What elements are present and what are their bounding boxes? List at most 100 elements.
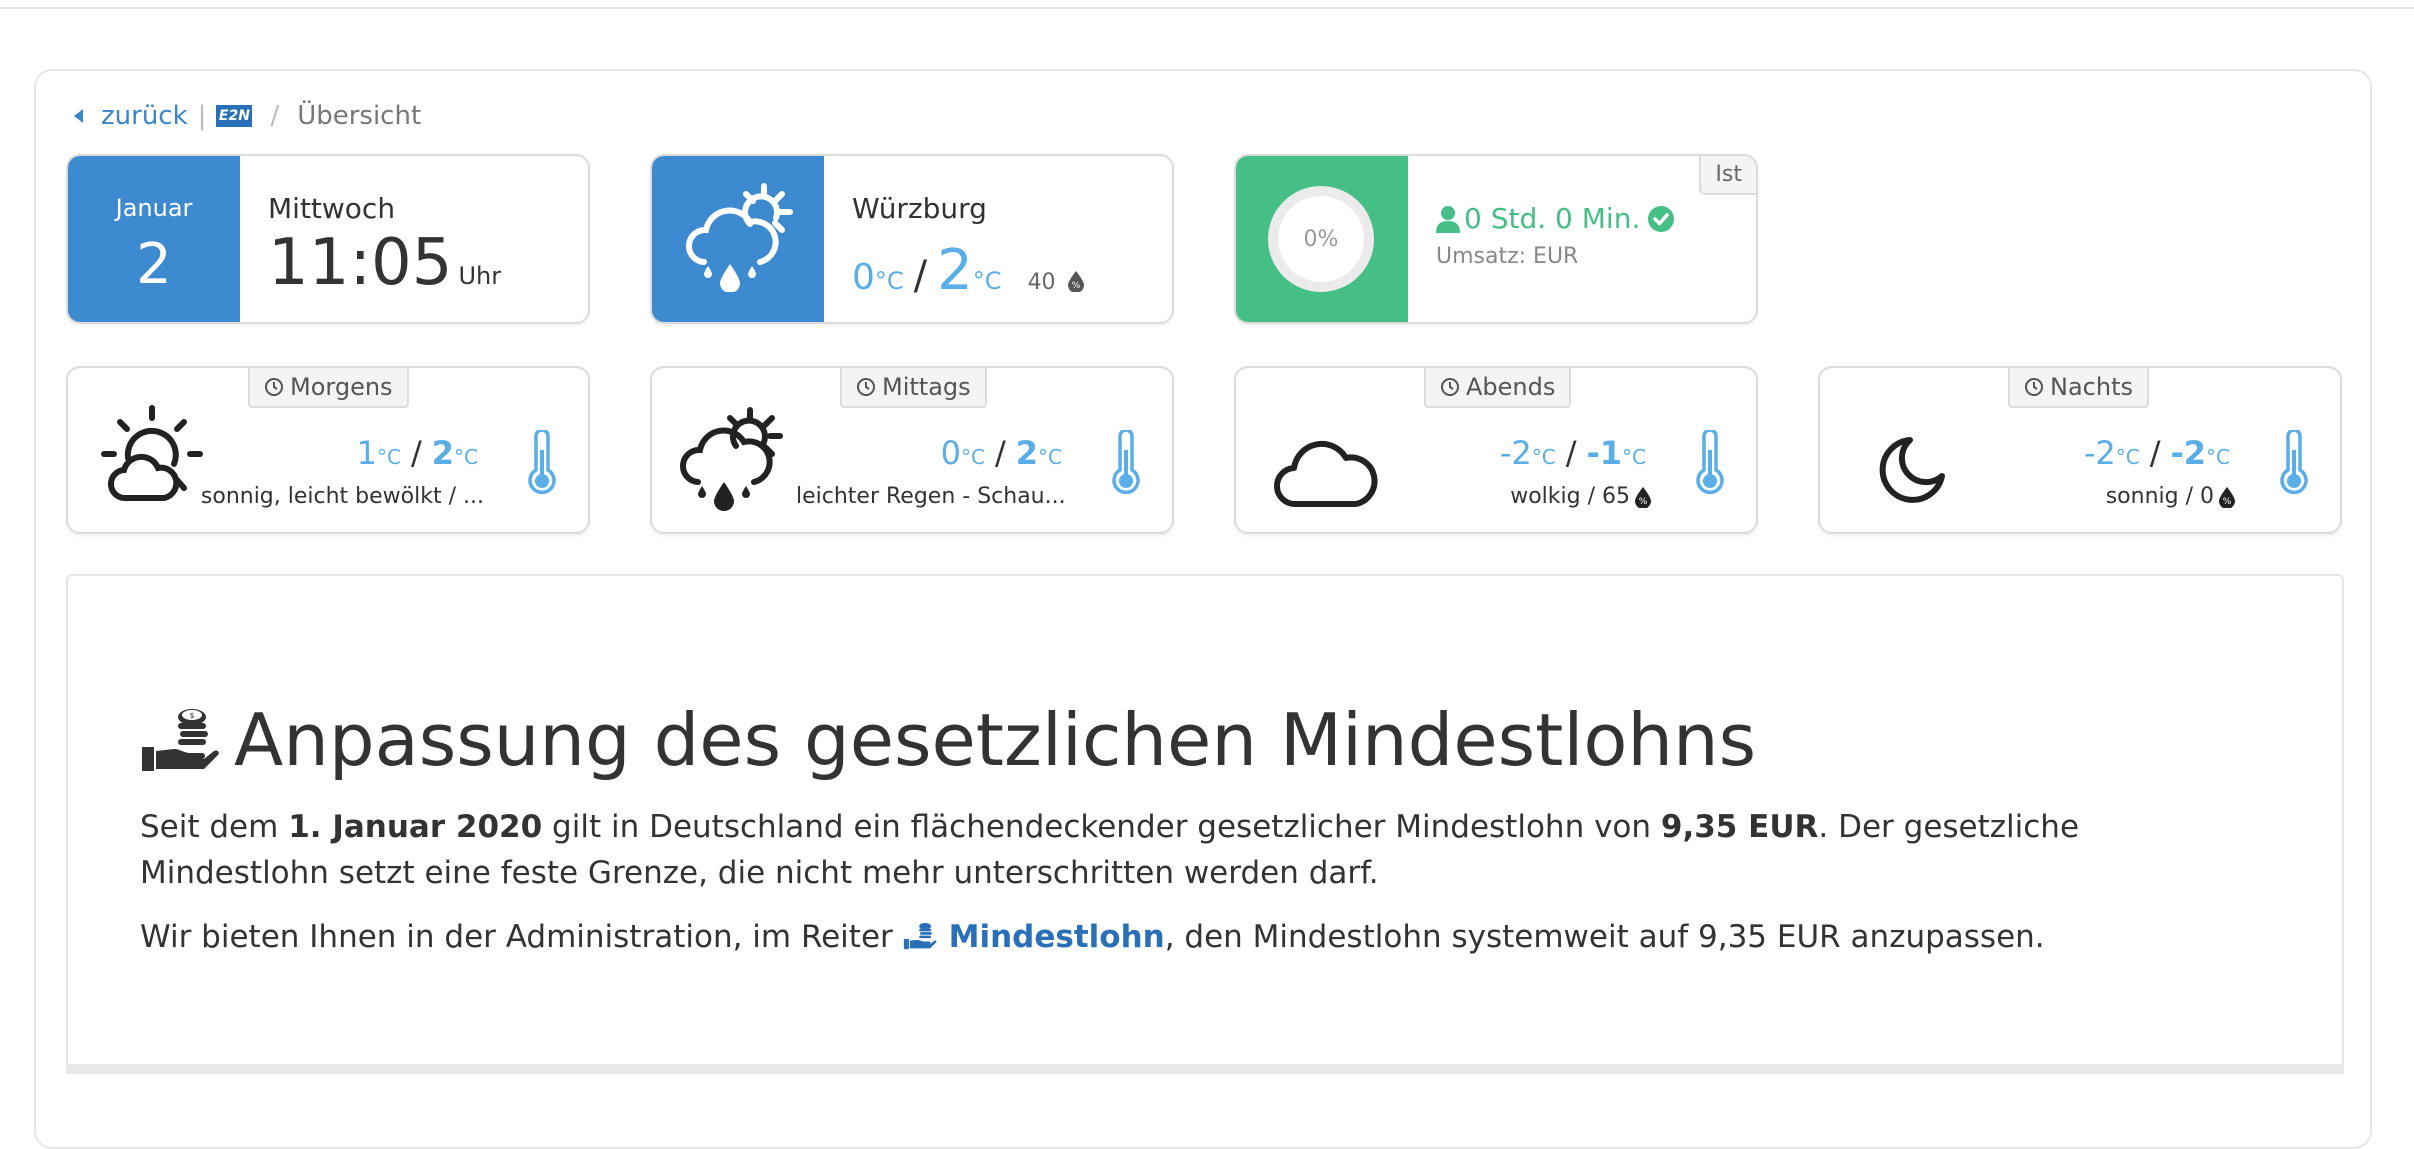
forecast-low: -2 xyxy=(1499,434,1532,472)
humidity-drop-icon: % xyxy=(1635,486,1651,508)
period-tag: Nachts xyxy=(2008,368,2149,408)
period-tag: Mittags xyxy=(840,368,987,408)
breadcrumb-separator: / xyxy=(270,101,280,131)
weather-icon-panel xyxy=(652,156,824,322)
current-temperature: 0 °C / 2 °C 40 % xyxy=(852,238,1085,303)
period-label: Nachts xyxy=(2050,373,2133,401)
forecast-low-unit: °C xyxy=(961,445,985,469)
forecast-high: 2 xyxy=(431,434,455,472)
progress-panel: 0% xyxy=(1236,156,1408,322)
back-label: zurück xyxy=(101,101,188,131)
ist-tag: Ist xyxy=(1699,156,1756,195)
moon-icon xyxy=(1879,437,1945,503)
weekday: Mittwoch xyxy=(268,192,396,225)
thermometer-icon xyxy=(528,430,556,495)
svg-text:%: % xyxy=(2223,497,2232,507)
clock-icon xyxy=(2025,378,2043,396)
period-label: Mittags xyxy=(882,373,971,401)
forecast-high: -2 xyxy=(2170,434,2207,472)
weather-card: Würzburg 0 °C / 2 °C 40 % xyxy=(650,154,1174,324)
temp-separator: / xyxy=(1565,434,1577,472)
hand-coins-icon xyxy=(903,922,937,950)
cloud-icon xyxy=(1273,440,1378,508)
clock-suffix: Uhr xyxy=(458,262,502,290)
check-circle-icon xyxy=(1648,205,1675,232)
forecast-low-unit: °C xyxy=(377,445,401,469)
top-divider xyxy=(0,0,2414,9)
city-name: Würzburg xyxy=(852,192,987,225)
forecast-high: 2 xyxy=(1015,434,1039,472)
humidity: 40 % xyxy=(1028,270,1085,295)
date-day: 2 xyxy=(136,232,172,297)
temp-separator: / xyxy=(2149,434,2161,472)
p1-amount: 9,35 EUR xyxy=(1660,809,1819,845)
temp-low-unit: °C xyxy=(874,267,904,295)
date-card: Januar 2 Mittwoch 11:05 Uhr xyxy=(66,154,590,324)
forecast-card-nachts: Nachts -2 °C / -2 °C sonnig / 0 % xyxy=(1818,366,2342,534)
cloud-sun-rain-icon xyxy=(680,407,783,511)
forecast-high-unit: °C xyxy=(2206,445,2230,469)
p2-pre: Wir bieten Ihnen in der Administration, … xyxy=(140,919,903,955)
clock-time: 11:05 xyxy=(268,226,453,300)
p1-date: 1. Januar 2020 xyxy=(288,809,543,845)
clock-icon xyxy=(265,378,283,396)
p2-post: , den Mindestlohn systemweit auf 9,35 EU… xyxy=(1164,919,2045,955)
humidity-drop-icon: % xyxy=(2219,486,2235,508)
forecast-card-abends: Abends -2 °C / -1 °C wolkig / 65 % xyxy=(1234,366,1758,534)
forecast-card-morgens: Morgens 1 °C / 2 °C sonnig, leicht bewölkt… xyxy=(66,366,590,534)
temp-separator: / xyxy=(410,434,422,472)
forecast-low: 0 xyxy=(940,434,962,472)
clock-icon xyxy=(1441,378,1459,396)
hours-worked: 0 Std. 0 Min. xyxy=(1436,202,1675,235)
work-time-card: 0% 0 Std. 0 Min. Umsatz: EUR Ist xyxy=(1234,154,1758,324)
forecast-description: wolkig / 65 % xyxy=(1510,484,1652,509)
date-month: Januar xyxy=(115,194,193,222)
temp-separator: / xyxy=(994,434,1006,472)
forecast-temps: -2 °C / -1 °C xyxy=(1500,434,1646,472)
caret-left-icon xyxy=(74,109,83,123)
user-icon xyxy=(1436,205,1460,233)
clock: 11:05 Uhr xyxy=(268,226,501,300)
humidity-drop-icon: % xyxy=(1067,271,1084,293)
forecast-high: -1 xyxy=(1586,434,1623,472)
forecast-description-text: sonnig / 0 xyxy=(2105,484,2214,509)
period-tag: Morgens xyxy=(248,368,409,408)
svg-text:$: $ xyxy=(189,711,194,720)
svg-text:%: % xyxy=(1071,281,1080,291)
forecast-temps: 0 °C / 2 °C xyxy=(941,434,1062,472)
forecast-low: 1 xyxy=(356,434,378,472)
forecast-high-unit: °C xyxy=(454,445,478,469)
period-tag: Abends xyxy=(1424,368,1572,408)
temp-separator: / xyxy=(913,253,928,299)
thermometer-icon xyxy=(1696,430,1724,495)
progress-ring: 0% xyxy=(1268,186,1374,292)
hand-coins-icon: $ xyxy=(142,709,219,771)
breadcrumb-pipe: | xyxy=(197,101,207,131)
mindestlohn-link[interactable]: Mindestlohn xyxy=(949,919,1165,955)
back-link[interactable]: zurück xyxy=(74,101,188,131)
forecast-description: sonnig / 0 % xyxy=(2106,484,2236,509)
sun-cloud-icon xyxy=(101,405,203,502)
info-panel-footer xyxy=(66,1064,2344,1074)
forecast-temps: 1 °C / 2 °C xyxy=(357,434,478,472)
breadcrumb: zurück | E2N / Übersicht xyxy=(74,98,421,134)
temp-high: 2 xyxy=(937,238,973,303)
info-title-text: Anpassung des gesetzlichen Mindestlohns xyxy=(234,698,1757,782)
info-paragraph-2: Wir bieten Ihnen in der Administration, … xyxy=(140,914,2270,960)
e2n-logo[interactable]: E2N xyxy=(216,105,253,127)
clock-icon xyxy=(857,378,875,396)
forecast-low-unit: °C xyxy=(1531,445,1556,469)
forecast-description: leichter Regen - Schau... xyxy=(796,484,1066,509)
forecast-description: sonnig, leicht bewölkt / ... xyxy=(200,484,484,509)
forecast-high-unit: °C xyxy=(1622,445,1646,469)
cloud-sun-rain-icon xyxy=(686,183,793,292)
period-label: Abends xyxy=(1466,373,1556,401)
forecast-description-text: wolkig / 65 xyxy=(1510,484,1630,509)
temp-high-unit: °C xyxy=(972,267,1002,295)
p1-mid: gilt in Deutschland ein flächendeckender… xyxy=(542,809,1661,845)
forecast-low: -2 xyxy=(2083,434,2116,472)
breadcrumb-current: Übersicht xyxy=(297,101,422,131)
info-title: $ Anpassung des gesetzlichen Mindestlohn… xyxy=(140,698,1756,782)
p1-pre: Seit dem xyxy=(140,809,289,845)
thermometer-icon xyxy=(1112,430,1140,495)
